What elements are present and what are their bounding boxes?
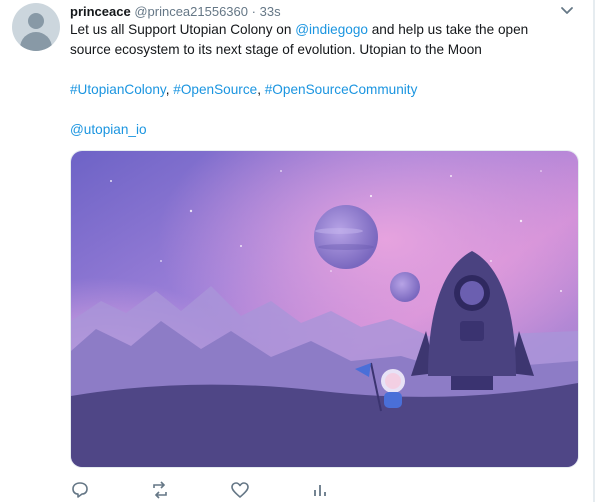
separator-dot: · — [251, 4, 256, 19]
small-planet — [390, 272, 420, 302]
tweet-paragraph-hashtags: #UtopianColony, #OpenSource, #OpenSource… — [70, 80, 560, 100]
hashtag-link[interactable]: #UtopianColony — [70, 82, 166, 97]
avatar[interactable] — [12, 3, 60, 51]
avatar-placeholder-body — [20, 32, 52, 51]
hashtag-link[interactable]: #OpenSourceCommunity — [265, 82, 418, 97]
author-handle[interactable]: @princea21556360 — [134, 4, 248, 19]
tweet: princeace @princea21556360 · 33s Let us … — [0, 0, 595, 502]
tweet-paragraph-main: Let us all Support Utopian Colony on @in… — [70, 20, 560, 60]
retweet-icon[interactable] — [150, 480, 170, 500]
reply-icon[interactable] — [70, 480, 90, 500]
avatar-placeholder-head — [28, 13, 44, 29]
mention-link[interactable]: @indiegogo — [295, 22, 368, 37]
heart-icon[interactable] — [230, 480, 250, 500]
author-name[interactable]: princeace — [70, 4, 131, 19]
mention-link[interactable]: @utopian_io — [70, 122, 147, 137]
text-segment: Let us all Support Utopian Colony on — [70, 22, 296, 37]
space-illustration — [71, 151, 578, 467]
chevron-down-icon[interactable] — [560, 6, 574, 16]
tweet-media-image[interactable] — [70, 150, 579, 468]
ground — [71, 383, 578, 467]
timestamp[interactable]: 33s — [260, 4, 281, 19]
large-planet — [314, 205, 378, 269]
analytics-icon[interactable] — [310, 480, 330, 500]
hashtag-separator: , — [257, 82, 265, 97]
tweet-paragraph-mention: @utopian_io — [70, 120, 560, 140]
tweet-text: Let us all Support Utopian Colony on @in… — [70, 20, 560, 160]
tweet-header: princeace @princea21556360 · 33s — [70, 3, 281, 21]
hashtag-link[interactable]: #OpenSource — [173, 82, 257, 97]
